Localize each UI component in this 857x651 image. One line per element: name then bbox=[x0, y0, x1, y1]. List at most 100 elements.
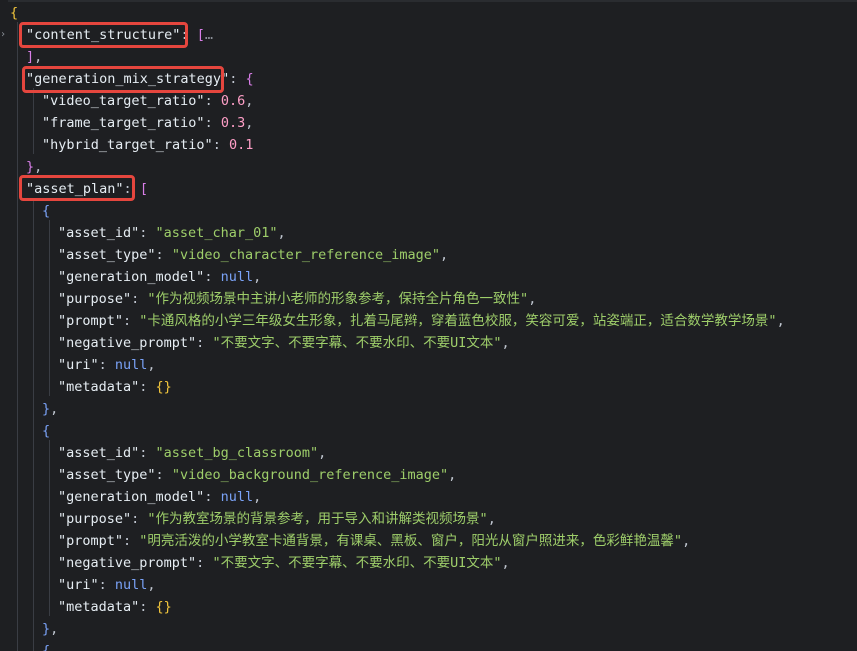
code-token: , bbox=[448, 467, 457, 483]
code-line[interactable]: }, bbox=[42, 618, 58, 640]
code-token: "video_target_ratio" bbox=[42, 93, 205, 109]
code-token: "asset_id" bbox=[58, 445, 140, 461]
code-line[interactable]: "prompt": "明亮活泼的小学教室卡通背景，有课桌、黑板、窗户，阳光从窗户… bbox=[58, 530, 690, 552]
code-token: { bbox=[10, 5, 19, 21]
code-line[interactable]: { bbox=[42, 200, 50, 222]
code-token: "不要文字、不要字幕、不要水印、不要UI文本" bbox=[212, 335, 502, 351]
code-token: ] bbox=[26, 49, 35, 65]
code-line[interactable]: "asset_type": "video_background_referenc… bbox=[58, 464, 456, 486]
code-line[interactable]: "prompt": "卡通风格的小学三年级女生形象，扎着马尾辫，穿着蓝色校服，笑… bbox=[58, 310, 785, 332]
code-token: 0.6 bbox=[220, 93, 246, 109]
code-token: , bbox=[253, 489, 262, 505]
code-token: { bbox=[42, 423, 51, 439]
indent-guide bbox=[33, 198, 34, 651]
code-line[interactable]: "metadata": {} bbox=[58, 376, 172, 398]
code-editor[interactable]: › {"content_structure": […], "generation_… bbox=[0, 0, 857, 651]
highlight-box-content-structure bbox=[19, 22, 188, 48]
code-token: null bbox=[114, 357, 148, 373]
code-token: "不要文字、不要字幕、不要水印、不要UI文本" bbox=[212, 555, 502, 571]
code-token: null bbox=[220, 489, 254, 505]
code-token: "明亮活泼的小学教室卡通背景，有课桌、黑板、窗户，阳光从窗户照进来，色彩鲜艳温馨… bbox=[139, 533, 683, 549]
code-token: : bbox=[139, 599, 156, 615]
code-line[interactable]: "asset_id": "asset_char_01", bbox=[58, 222, 286, 244]
code-token: , bbox=[501, 555, 510, 571]
code-token: , bbox=[440, 247, 449, 263]
indent-guide bbox=[33, 88, 34, 154]
editor-gutter bbox=[0, 0, 8, 651]
code-token: "frame_target_ratio" bbox=[42, 115, 205, 131]
code-line[interactable]: "asset_type": "video_character_reference… bbox=[58, 244, 448, 266]
code-line[interactable]: }, bbox=[42, 398, 58, 420]
code-token: { bbox=[42, 643, 51, 651]
code-token: , bbox=[487, 511, 496, 527]
code-token: : bbox=[155, 247, 172, 263]
code-token: "negative_prompt" bbox=[58, 555, 197, 571]
code-token: , bbox=[277, 225, 286, 241]
code-line[interactable]: "uri": null, bbox=[58, 354, 156, 376]
code-line[interactable]: "metadata": {} bbox=[58, 596, 172, 618]
code-line[interactable]: "generation_model": null, bbox=[58, 486, 261, 508]
code-token: } bbox=[26, 159, 35, 175]
code-token: : bbox=[139, 445, 156, 461]
code-token: , bbox=[245, 93, 254, 109]
code-line[interactable]: "negative_prompt": "不要文字、不要字幕、不要水印、不要UI文… bbox=[58, 552, 510, 574]
code-line[interactable]: "purpose": "作为教室场景的背景参考，用于导入和讲解类视频场景", bbox=[58, 508, 496, 530]
code-token: {} bbox=[155, 599, 172, 615]
code-token: , bbox=[50, 621, 59, 637]
code-token: "prompt" bbox=[58, 313, 124, 329]
code-line[interactable]: "hybrid_target_ratio": 0.1 bbox=[42, 134, 253, 156]
code-token: : bbox=[155, 467, 172, 483]
code-line[interactable]: ], bbox=[26, 46, 42, 68]
code-token: "purpose" bbox=[58, 511, 132, 527]
code-token: : bbox=[204, 115, 221, 131]
code-line[interactable]: "generation_model": null, bbox=[58, 266, 261, 288]
code-token: : bbox=[196, 555, 213, 571]
code-token: : bbox=[131, 511, 148, 527]
code-token: : bbox=[196, 335, 213, 351]
indent-guide bbox=[49, 440, 50, 616]
code-token: , bbox=[34, 49, 43, 65]
code-token: "asset_id" bbox=[58, 225, 140, 241]
code-token: , bbox=[528, 291, 537, 307]
code-token: , bbox=[245, 115, 254, 131]
code-token: , bbox=[501, 335, 510, 351]
code-token: "metadata" bbox=[58, 379, 140, 395]
code-token: , bbox=[147, 357, 156, 373]
code-line[interactable]: "negative_prompt": "不要文字、不要字幕、不要水印、不要UI文… bbox=[58, 332, 510, 354]
chevron-right-icon[interactable]: › bbox=[0, 28, 6, 42]
code-token: : bbox=[123, 313, 140, 329]
code-line[interactable]: { bbox=[10, 2, 18, 24]
editor-top-border bbox=[0, 0, 857, 2]
code-token: {} bbox=[155, 379, 172, 395]
code-token: , bbox=[34, 159, 43, 175]
code-token: "prompt" bbox=[58, 533, 124, 549]
highlight-box-asset-plan bbox=[19, 175, 135, 201]
code-line[interactable]: { bbox=[42, 640, 50, 651]
indent-guide bbox=[49, 220, 50, 396]
code-token: [ bbox=[139, 181, 148, 197]
code-token: , bbox=[776, 313, 785, 329]
code-token: } bbox=[42, 401, 51, 417]
code-token: : bbox=[139, 379, 156, 395]
code-token: 0.3 bbox=[220, 115, 246, 131]
code-token: { bbox=[42, 203, 51, 219]
code-token: "generation_model" bbox=[58, 269, 205, 285]
code-token: : bbox=[229, 71, 246, 87]
code-line[interactable]: "asset_id": "asset_bg_classroom", bbox=[58, 442, 326, 464]
code-token: "video_character_reference_image" bbox=[171, 247, 441, 263]
code-token: { bbox=[245, 71, 254, 87]
code-line[interactable]: { bbox=[42, 420, 50, 442]
code-token: , bbox=[147, 577, 156, 593]
code-line[interactable]: "frame_target_ratio": 0.3, bbox=[42, 112, 253, 134]
code-token: , bbox=[682, 533, 691, 549]
code-token: : bbox=[123, 533, 140, 549]
code-token: "generation_model" bbox=[58, 489, 205, 505]
code-token: : bbox=[204, 489, 221, 505]
code-line[interactable]: "video_target_ratio": 0.6, bbox=[42, 90, 253, 112]
code-token: , bbox=[253, 269, 262, 285]
code-line[interactable]: "uri": null, bbox=[58, 574, 156, 596]
code-token: "uri" bbox=[58, 577, 99, 593]
code-line[interactable]: "purpose": "作为视频场景中主讲小老师的形象参考，保持全片角色一致性"… bbox=[58, 288, 536, 310]
code-token: [ bbox=[196, 27, 205, 43]
code-token: "作为视频场景中主讲小老师的形象参考，保持全片角色一致性" bbox=[147, 291, 529, 307]
